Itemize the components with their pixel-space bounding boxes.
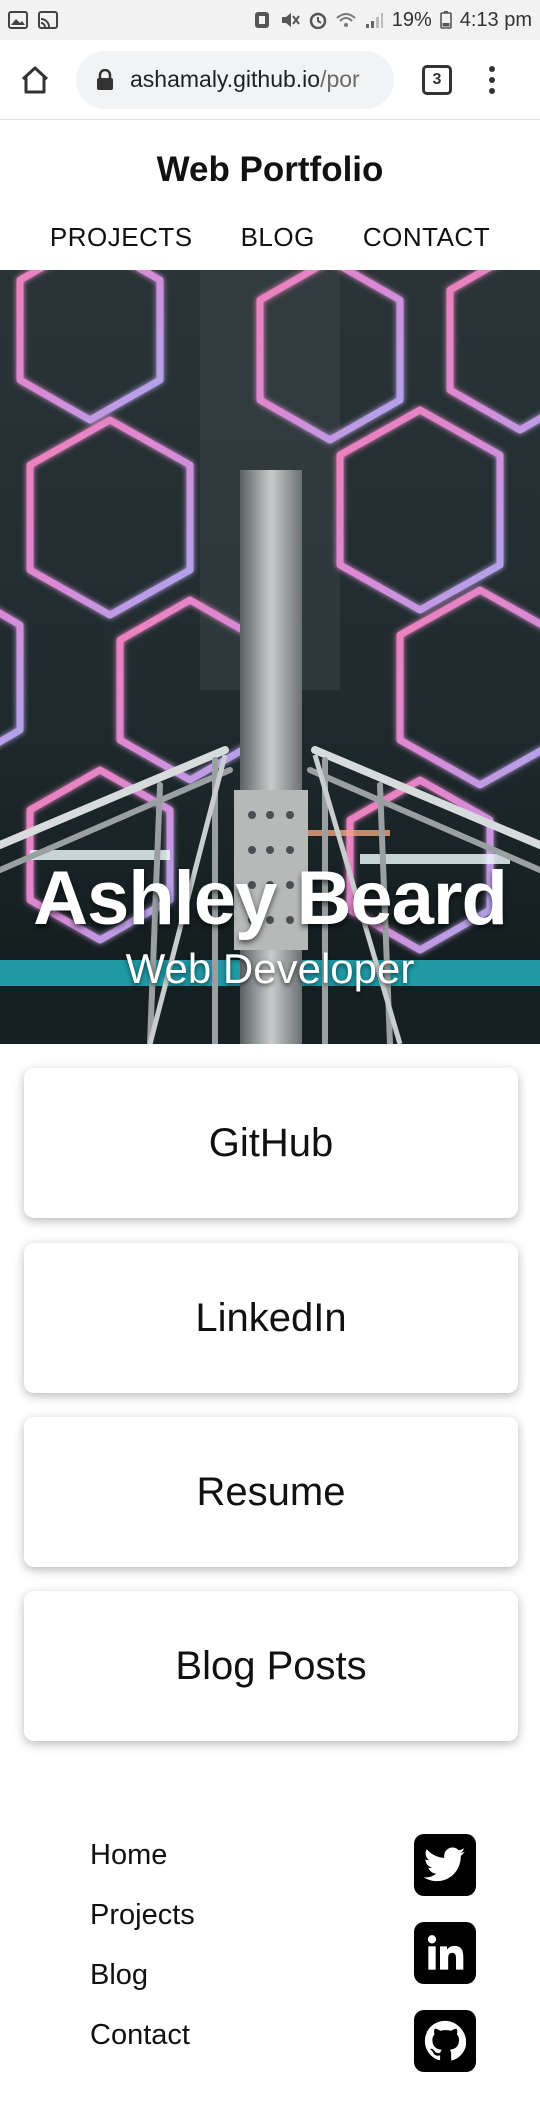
menu-dot: [489, 87, 495, 94]
hero-role: Web Developer: [125, 945, 415, 992]
browser-toolbar: ashamaly.github.io/por 3: [0, 40, 540, 120]
nav-contact[interactable]: CONTACT: [363, 222, 490, 253]
url-path: /por: [320, 66, 360, 92]
hero-banner: Ashley Beard Web Developer: [0, 270, 540, 1044]
menu-dot: [489, 65, 495, 72]
footer-link-home[interactable]: Home: [90, 1838, 195, 1872]
github-card[interactable]: GitHub: [24, 1068, 518, 1218]
alarm-icon: [309, 12, 326, 29]
address-bar[interactable]: ashamaly.github.io/por: [76, 50, 394, 109]
menu-dot: [489, 76, 495, 83]
footer-links: Home Projects Blog Contact: [90, 1838, 195, 2052]
footer-link-blog[interactable]: Blog: [90, 1958, 195, 1992]
blog-posts-card[interactable]: Blog Posts: [24, 1591, 518, 1741]
resume-card[interactable]: Resume: [24, 1417, 518, 1567]
twitter-icon: [424, 1847, 466, 1882]
linkedin-card[interactable]: LinkedIn: [24, 1243, 518, 1393]
tab-switcher-button[interactable]: 3: [422, 64, 452, 95]
signal-icon: [365, 13, 383, 28]
nfc-icon: [254, 12, 269, 28]
linkedin-link[interactable]: [414, 1922, 476, 1984]
github-link[interactable]: [414, 2010, 476, 2072]
battery-percent: 19%: [391, 8, 432, 31]
overflow-menu-button[interactable]: [482, 60, 502, 100]
nav-blog[interactable]: BLOG: [241, 222, 315, 253]
wifi-icon: [336, 13, 356, 27]
battery-icon: [439, 11, 452, 29]
site-nav: PROJECTS BLOG CONTACT: [0, 222, 540, 253]
nav-projects[interactable]: PROJECTS: [50, 222, 193, 253]
mute-icon: [281, 13, 300, 27]
clock: 4:13 pm: [459, 8, 532, 31]
gallery-notification-icon: [8, 11, 28, 29]
cast-notification-icon: [38, 11, 58, 29]
footer-link-projects[interactable]: Projects: [90, 1898, 195, 1932]
linkedin-icon: [427, 1935, 464, 1970]
url-host: ashamaly.github.io: [130, 66, 321, 92]
twitter-link[interactable]: [414, 1834, 476, 1896]
status-bar: 19% 4:13 pm: [0, 0, 540, 40]
home-button[interactable]: [12, 57, 58, 103]
lock-icon: [97, 68, 113, 90]
home-icon: [21, 66, 49, 93]
github-icon: [424, 2020, 466, 2061]
footer-link-contact[interactable]: Contact: [90, 2018, 195, 2052]
site-title: Web Portfolio: [156, 150, 384, 189]
hero-name: Ashley Beard: [33, 856, 508, 941]
